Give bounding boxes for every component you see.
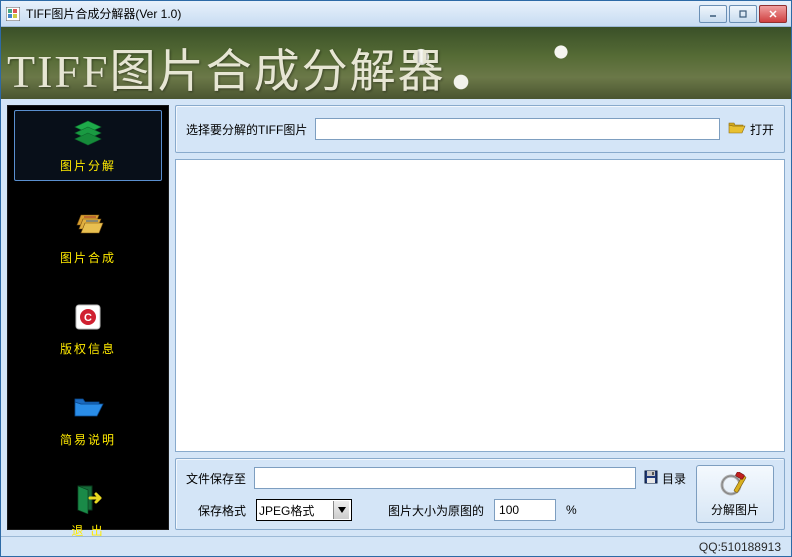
copyright-icon: C [68,300,108,334]
save-panel: 文件保存至 目录 保存格式 JPEG格式 [175,458,785,530]
sidebar-item-label: 简易说明 [60,431,116,448]
choose-dir-button[interactable]: 目录 [644,470,686,487]
minimize-button[interactable] [699,5,727,23]
sidebar-item-label: 图片合成 [60,249,116,266]
content-area: 图片分解 图片合成 [1,99,791,536]
sidebar: 图片分解 图片合成 [7,105,169,530]
preview-area [175,159,785,452]
tiff-path-input[interactable] [315,118,720,140]
status-qq: QQ:510188913 [699,540,781,554]
app-icon [5,6,21,22]
sidebar-item-split[interactable]: 图片分解 [14,110,161,181]
open-button[interactable]: 打开 [728,121,774,138]
format-row: 保存格式 JPEG格式 图片大小为原图的 % [186,499,686,521]
split-button[interactable]: 分解图片 [696,465,774,523]
save-path-input[interactable] [254,467,636,489]
sidebar-item-readme[interactable]: 简易说明 [14,385,161,454]
save-to-label: 文件保存至 [186,470,246,487]
open-label: 选择要分解的TIFF图片 [186,121,307,138]
banner-title: TIFF图片合成分解器 [1,27,791,99]
format-value: JPEG格式 [259,502,314,519]
sidebar-item-copyright[interactable]: C 版权信息 [14,294,161,363]
close-button[interactable] [759,5,787,23]
percent-label: % [566,503,577,517]
app-window: TIFF图片合成分解器(Ver 1.0) TIFF图片合成分解器 图片分解 [0,0,792,557]
window-title: TIFF图片合成分解器(Ver 1.0) [26,5,699,22]
size-label: 图片大小为原图的 [388,502,484,519]
save-options: 文件保存至 目录 保存格式 JPEG格式 [186,467,686,521]
maximize-button[interactable] [729,5,757,23]
sidebar-item-label: 版权信息 [60,340,116,357]
folder-open-icon [728,121,746,138]
svg-text:C: C [84,312,92,324]
size-input[interactable] [494,499,556,521]
format-label: 保存格式 [198,502,246,519]
titlebar: TIFF图片合成分解器(Ver 1.0) [1,1,791,27]
format-select[interactable]: JPEG格式 [256,499,352,521]
sidebar-item-label: 图片分解 [60,157,116,174]
statusbar: QQ:510188913 [1,536,791,556]
folder-open-icon [68,391,108,425]
stack-icon [68,209,108,243]
exit-icon [68,482,108,516]
save-path-row: 文件保存至 目录 [186,467,686,489]
main-panel: 选择要分解的TIFF图片 打开 文件保存至 [175,105,785,530]
layers-icon [68,117,108,151]
open-button-label: 打开 [750,121,774,138]
floppy-icon [644,470,658,487]
banner: TIFF图片合成分解器 [1,27,791,99]
chevron-down-icon [333,501,349,519]
tools-icon [720,471,750,499]
split-button-label: 分解图片 [711,501,759,518]
sidebar-item-merge[interactable]: 图片合成 [14,203,161,272]
window-buttons [699,5,787,23]
open-panel: 选择要分解的TIFF图片 打开 [175,105,785,153]
choose-dir-label: 目录 [662,470,686,487]
sidebar-item-exit[interactable]: 退 出 [14,476,161,545]
